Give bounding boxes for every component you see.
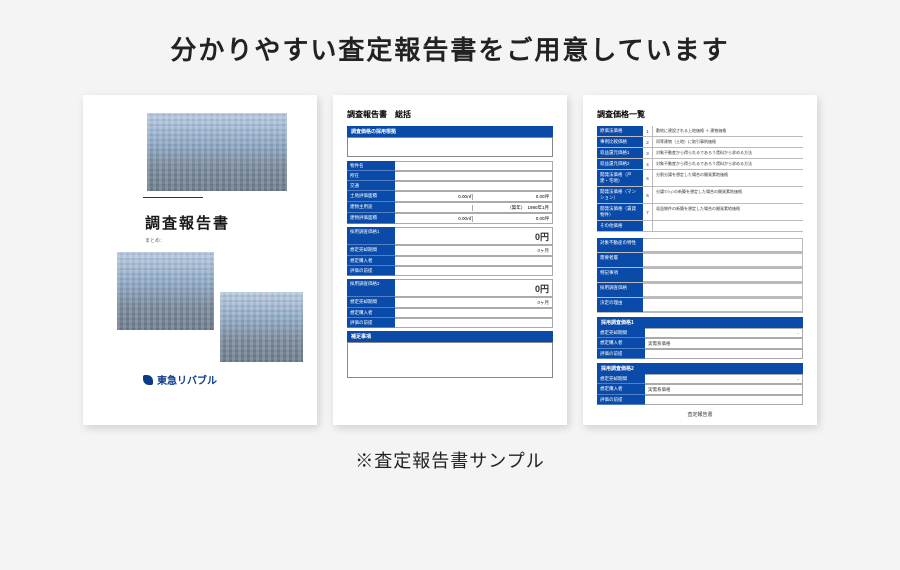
sample-caption: ※査定報告書サンプル — [40, 447, 860, 473]
doc2-reason-box — [347, 137, 553, 157]
doc3-method-table: 原価法価格1敷地に建設される上地価格 ＋ 建物価格 事例比較価格2同等建物（土地… — [597, 126, 803, 232]
doc2-title: 調査報告書 総括 — [347, 109, 553, 120]
doc2-price-block-2: 採用調査価格20円 想定売却期間0ヶ月 想定購入者 評価の前提 — [347, 279, 553, 328]
building-image-3 — [220, 292, 304, 362]
doc1-subtitle: まとめ： — [145, 237, 303, 244]
brand-icon — [143, 375, 153, 385]
brand-text: 東急リバブル — [157, 372, 217, 387]
doc-cover: 調査報告書 まとめ： 東急リバブル — [83, 95, 317, 425]
doc-summary: 調査報告書 総括 調査価格の採用根拠 物件名 所在 交通 土地評価面積0.00㎡… — [333, 95, 567, 425]
doc1-title: 調査報告書 — [145, 212, 303, 233]
doc3-title: 調査価格一覧 — [597, 109, 803, 120]
building-image-2 — [117, 252, 214, 330]
doc2-property-table: 物件名 所在 交通 土地評価面積0.00㎡0.00坪 建物主用途（築年） 199… — [347, 161, 553, 224]
doc3-footer: 査定報告書 — [597, 411, 803, 418]
document-previews: 調査報告書 まとめ： 東急リバブル 調査報告書 総括 調査価格の採用根拠 物件名… — [40, 95, 860, 425]
building-image-1 — [147, 113, 287, 191]
doc-price-list: 調査価格一覧 原価法価格1敷地に建設される上地価格 ＋ 建物価格 事例比較価格2… — [583, 95, 817, 425]
doc3-characteristics: 対象不動産の特性 需要者層 特記事項 採用調査価格 決定の理由 — [597, 238, 803, 313]
brand-logo: 東急リバブル — [143, 372, 303, 387]
doc3-adopt1-head: 採用調査価格1 — [597, 317, 803, 328]
page-heading: 分かりやすい査定報告書をご用意しています — [40, 30, 860, 67]
doc2-section-header: 調査価格の採用根拠 — [347, 126, 553, 137]
doc3-adopt2-head: 採用調査価格2 — [597, 363, 803, 374]
doc2-notes-header: 補足事項 — [347, 331, 553, 342]
doc2-notes-box — [347, 342, 553, 378]
doc2-price-block-1: 採用調査価格10円 想定売却期間0ヶ月 想定購入者 評価の前提 — [347, 227, 553, 276]
